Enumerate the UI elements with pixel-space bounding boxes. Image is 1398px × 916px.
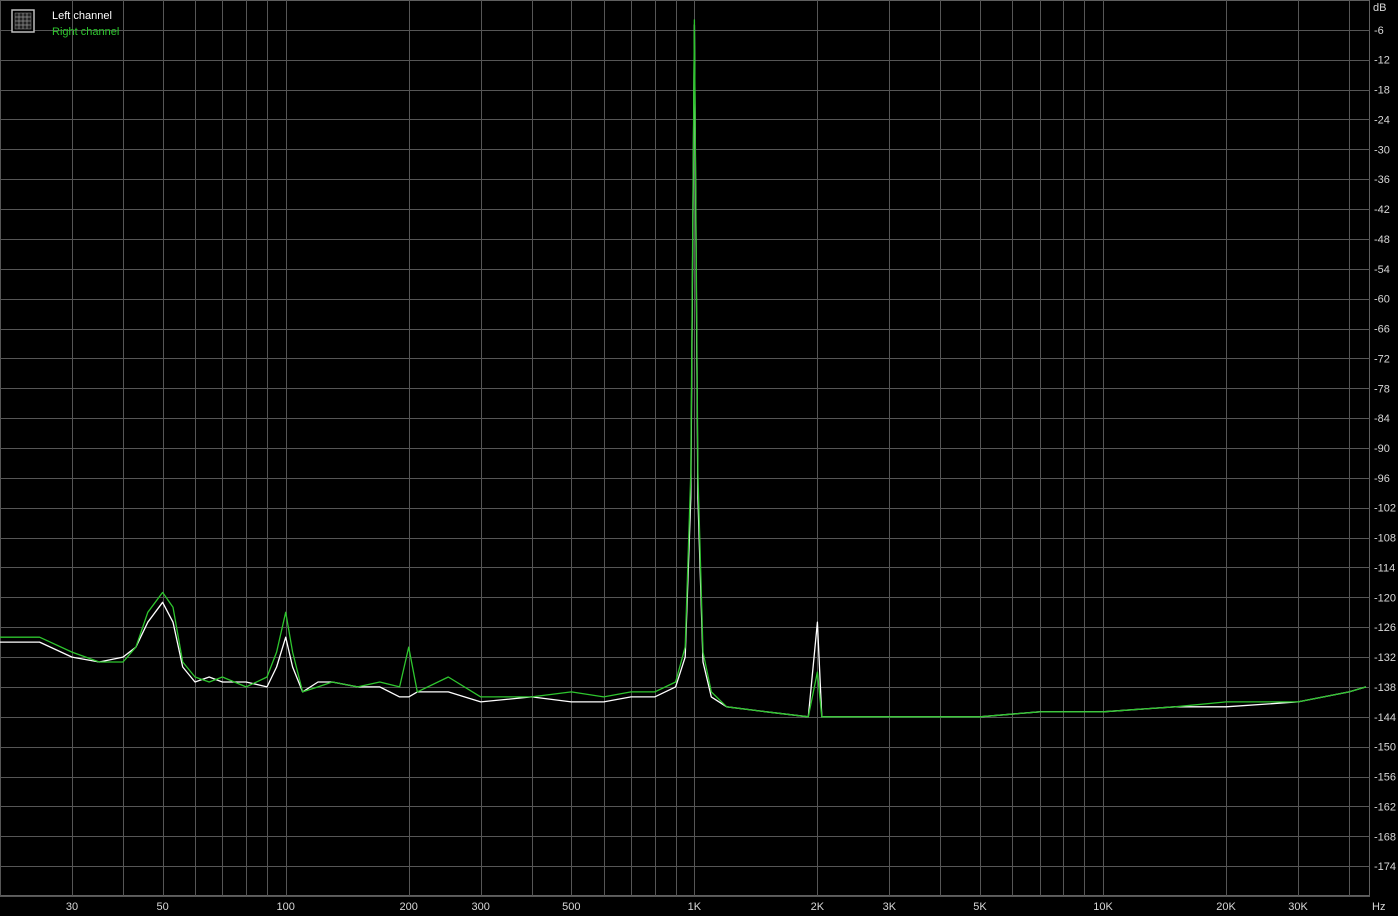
y-tick-label: -126	[1374, 622, 1396, 634]
y-tick-label: -138	[1374, 682, 1396, 694]
x-tick-label: 20K	[1216, 901, 1236, 913]
y-tick-label: -30	[1374, 144, 1390, 156]
y-tick-label: -120	[1374, 592, 1396, 604]
legend-left-channel: Left channel	[52, 10, 112, 22]
x-tick-label: 50	[157, 901, 169, 913]
x-tick-label: 30K	[1288, 901, 1308, 913]
y-tick-label: -60	[1374, 294, 1390, 306]
y-unit-label: dB	[1373, 2, 1386, 14]
y-tick-label: -78	[1374, 383, 1390, 395]
y-tick-label: -102	[1374, 503, 1396, 515]
x-tick-label: 500	[562, 901, 580, 913]
y-tick-label: -72	[1374, 353, 1390, 365]
y-tick-label: -36	[1374, 174, 1390, 186]
y-tick-label: -24	[1374, 114, 1390, 126]
y-tick-label: -150	[1374, 742, 1396, 754]
graph-settings-icon[interactable]	[11, 9, 35, 33]
y-tick-label: -84	[1374, 413, 1390, 425]
x-tick-label: 3K	[883, 901, 897, 913]
y-tick-label: -144	[1374, 712, 1396, 724]
y-tick-label: -66	[1374, 324, 1390, 336]
y-tick-label: -48	[1374, 234, 1390, 246]
spectrum-chart: -6 -12 -18 -24 -30 -36 -42 -48 -54 -60 -66 -72 -78 -8…	[0, 0, 1398, 916]
x-tick-label: 30	[66, 901, 78, 913]
y-tick-label: -6	[1374, 25, 1384, 37]
y-tick-label: -162	[1374, 801, 1396, 813]
y-tick-label: -156	[1374, 772, 1396, 784]
y-tick-label: -42	[1374, 204, 1390, 216]
y-tick-label: -174	[1374, 861, 1396, 873]
plot-background	[0, 0, 1398, 916]
y-tick-label: -168	[1374, 831, 1396, 843]
x-tick-label: 10K	[1093, 901, 1113, 913]
x-tick-label: 300	[471, 901, 489, 913]
y-tick-label: -114	[1374, 562, 1395, 574]
y-tick-label: -12	[1374, 55, 1390, 67]
y-tick-label: -90	[1374, 443, 1390, 455]
x-tick-label: 200	[400, 901, 418, 913]
y-tick-label: -96	[1374, 473, 1390, 485]
y-tick-label: -18	[1374, 85, 1390, 97]
y-tick-label: -54	[1374, 264, 1390, 276]
x-tick-label: 5K	[973, 901, 987, 913]
x-tick-label: 2K	[811, 901, 825, 913]
x-unit-label: Hz	[1372, 901, 1385, 913]
legend-right-channel: Right channel	[52, 26, 119, 38]
x-tick-label: 1K	[688, 901, 702, 913]
y-tick-label: -132	[1374, 652, 1396, 664]
x-tick-label: 100	[276, 901, 294, 913]
y-tick-label: -108	[1374, 533, 1396, 545]
